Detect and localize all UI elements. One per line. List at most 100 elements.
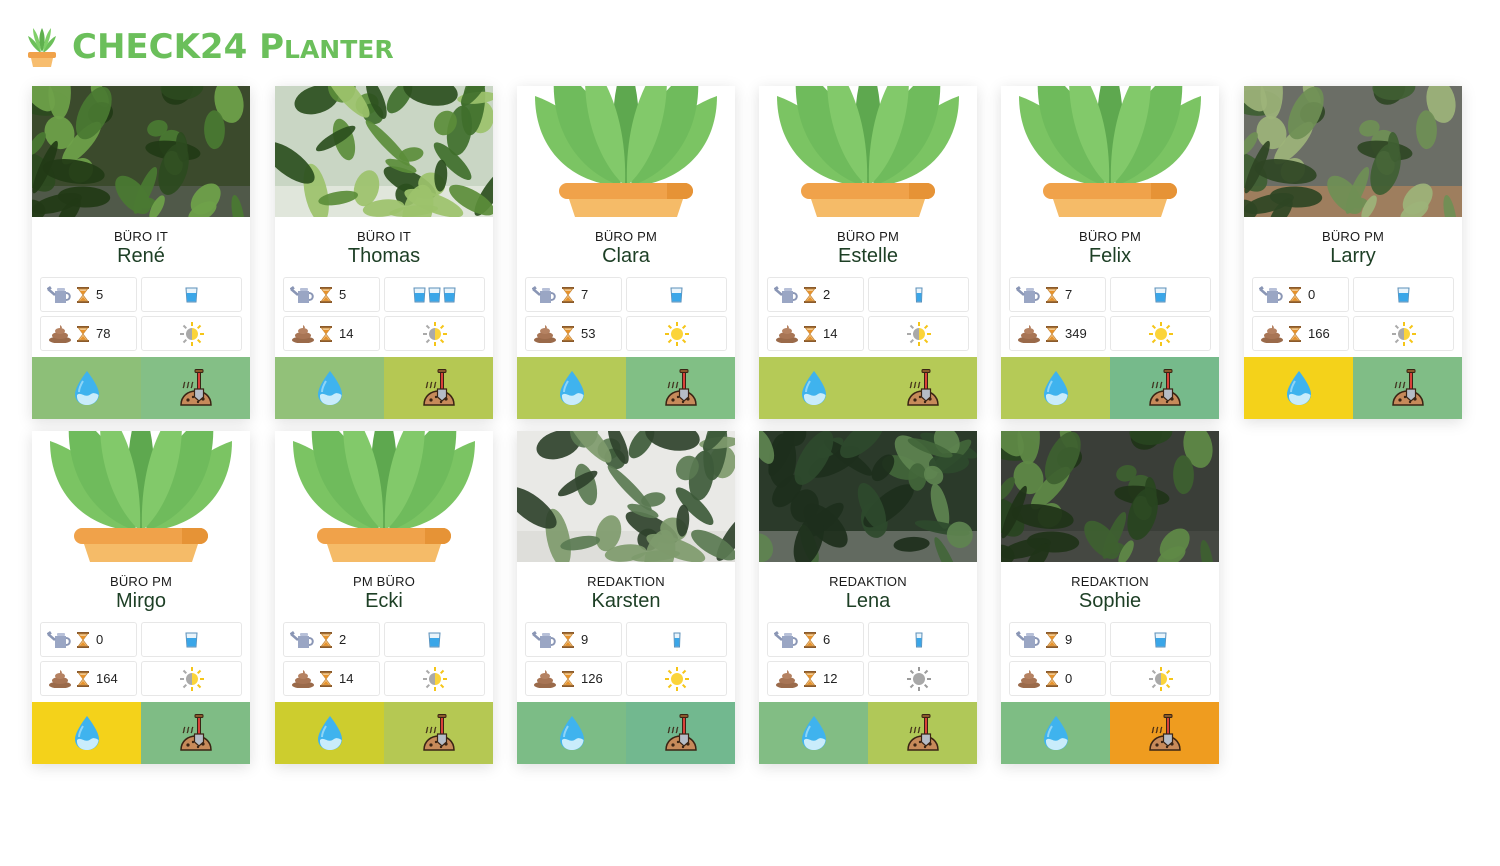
water-drop-icon <box>1041 714 1071 752</box>
sun-icon <box>906 666 932 692</box>
water-glass-icon <box>1154 287 1167 303</box>
watering-can-icon <box>1016 284 1042 306</box>
fertilize-button[interactable] <box>868 357 977 419</box>
water-button[interactable] <box>32 702 141 764</box>
fertilize-button[interactable] <box>141 357 250 419</box>
plant-name: René <box>117 245 165 267</box>
plant-name: Thomas <box>347 245 421 267</box>
watering-can-icon <box>774 284 800 306</box>
fertilize-button[interactable] <box>384 357 493 419</box>
plant-card[interactable]: BÜRO PM Estelle 2 14 <box>759 86 977 419</box>
plant-photo <box>275 86 493 217</box>
hourglass-icon <box>75 631 91 649</box>
water-amount <box>1353 277 1454 312</box>
water-days: 9 <box>1065 632 1073 647</box>
water-drop-icon <box>557 714 587 752</box>
water-button[interactable] <box>1001 357 1110 419</box>
fertilize-button[interactable] <box>626 357 735 419</box>
fertilize-button[interactable] <box>141 702 250 764</box>
sun-icon <box>1391 321 1417 347</box>
water-button[interactable] <box>32 357 141 419</box>
fertilizer-days: 14 <box>339 326 354 341</box>
plant-card[interactable]: PM BÜRO Ecki 2 14 <box>275 431 493 764</box>
watering-can-icon <box>774 629 800 651</box>
plant-card[interactable]: BÜRO IT Thomas 5 14 <box>275 86 493 419</box>
fertilizer-icon <box>290 323 316 345</box>
fertilizer-icon <box>532 668 558 690</box>
fertilize-button[interactable] <box>868 702 977 764</box>
water-button[interactable] <box>275 702 384 764</box>
sun-icon <box>906 321 932 347</box>
sun-icon <box>422 666 448 692</box>
fertilize-button[interactable] <box>384 702 493 764</box>
water-drop-icon <box>1284 369 1314 407</box>
plant-location: REDAKTION <box>587 574 665 589</box>
water-days: 2 <box>339 632 347 647</box>
water-interval: 2 <box>767 277 864 312</box>
plant-location: BÜRO IT <box>113 229 169 244</box>
water-days: 0 <box>1308 287 1316 302</box>
soil-shovel-icon <box>1148 369 1182 407</box>
plant-card[interactable]: BÜRO PM Larry 0 166 <box>1244 86 1462 419</box>
water-glass-icon <box>672 632 681 648</box>
hourglass-icon <box>560 286 576 304</box>
plant-name: Lena <box>845 590 891 612</box>
fertilize-button[interactable] <box>1110 357 1219 419</box>
fertilizer-icon <box>774 323 800 345</box>
plant-photo <box>1001 86 1219 217</box>
fertilize-button[interactable] <box>1353 357 1462 419</box>
water-amount <box>626 277 727 312</box>
hourglass-icon <box>560 631 576 649</box>
water-days: 7 <box>581 287 589 302</box>
fertilize-button[interactable] <box>1110 702 1219 764</box>
plant-name: Mirgo <box>115 590 166 612</box>
water-glass-icon <box>413 287 456 303</box>
water-button[interactable] <box>759 357 868 419</box>
fertilizer-days: 164 <box>96 671 118 686</box>
hourglass-icon <box>1044 286 1060 304</box>
hourglass-icon <box>560 670 576 688</box>
plant-card[interactable]: BÜRO PM Clara 7 53 <box>517 86 735 419</box>
soil-shovel-icon <box>906 369 940 407</box>
hourglass-icon <box>318 670 334 688</box>
water-button[interactable] <box>1244 357 1353 419</box>
hourglass-icon <box>802 286 818 304</box>
hourglass-icon <box>318 286 334 304</box>
water-glass-icon <box>914 287 923 303</box>
plant-card[interactable]: BÜRO IT René 5 78 <box>32 86 250 419</box>
plant-card[interactable]: BÜRO PM Mirgo 0 164 <box>32 431 250 764</box>
hourglass-icon <box>318 325 334 343</box>
fertilizer-icon <box>1259 323 1285 345</box>
water-button[interactable] <box>275 357 384 419</box>
water-button[interactable] <box>517 357 626 419</box>
watering-can-icon <box>532 629 558 651</box>
water-glass-icon <box>670 287 683 303</box>
plant-location: REDAKTION <box>1071 574 1149 589</box>
hourglass-icon <box>1044 325 1060 343</box>
hourglass-icon <box>318 631 334 649</box>
plant-card[interactable]: BÜRO PM Felix 7 349 <box>1001 86 1219 419</box>
soil-shovel-icon <box>422 714 456 752</box>
app-title: CHECK24 PLANTER <box>72 27 394 67</box>
soil-shovel-icon <box>422 369 456 407</box>
plant-card[interactable]: REDAKTION Lena 6 12 <box>759 431 977 764</box>
water-drop-icon <box>72 714 102 752</box>
water-button[interactable] <box>759 702 868 764</box>
water-button[interactable] <box>1001 702 1110 764</box>
app-header: CHECK24 PLANTER <box>24 22 394 72</box>
water-interval: 5 <box>40 277 137 312</box>
fertilizer-interval: 166 <box>1252 316 1349 351</box>
water-button[interactable] <box>517 702 626 764</box>
light-requirement <box>1110 316 1211 351</box>
water-glass-icon <box>914 632 923 648</box>
fertilizer-icon <box>47 668 73 690</box>
sun-icon <box>664 666 690 692</box>
plant-card[interactable]: REDAKTION Karsten 9 126 <box>517 431 735 764</box>
plant-card[interactable]: REDAKTION Sophie 9 0 <box>1001 431 1219 764</box>
sun-icon <box>179 321 205 347</box>
water-amount <box>141 277 242 312</box>
water-interval: 9 <box>1009 622 1106 657</box>
fertilize-button[interactable] <box>626 702 735 764</box>
fertilizer-interval: 78 <box>40 316 137 351</box>
plant-name: Clara <box>602 245 650 267</box>
